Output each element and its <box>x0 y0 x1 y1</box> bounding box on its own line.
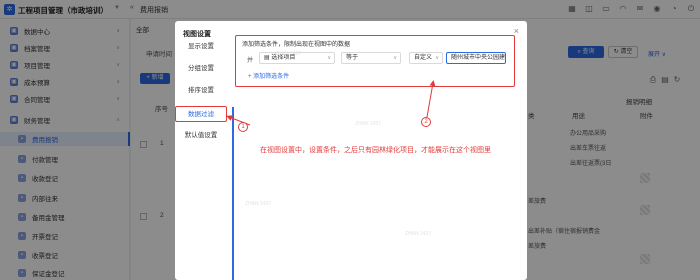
watermark: ZHAN 1437 <box>405 231 432 237</box>
close-icon[interactable]: × <box>514 26 519 36</box>
annotation-arrow-2 <box>426 80 436 118</box>
tab-display-settings[interactable]: 显示设置 <box>175 39 227 55</box>
annotation-text: 在视图设置中，设置条件，之后只有园林绿化项目，才能展示在这个视图里 <box>260 147 491 154</box>
tab-group-settings[interactable]: 分组设置 <box>175 61 227 77</box>
operator-select[interactable]: 等于 ∨ <box>341 52 401 64</box>
value-type-select[interactable]: 自定义 ∨ <box>409 52 443 64</box>
filter-hint: 添加筛选条件，限制出现在视图中的数据 <box>242 42 351 48</box>
chevron-down-icon: ∨ <box>393 55 397 61</box>
watermark: ZHAN 1437 <box>245 201 272 207</box>
dialog-title: 视图设置 <box>183 31 211 38</box>
active-tab-indicator <box>232 107 234 280</box>
filter-value-input[interactable]: 随州城市中央公园建 <box>446 52 506 64</box>
chevron-down-icon: ∨ <box>435 55 439 61</box>
watermark: ZHAN 1437 <box>355 121 382 127</box>
annotation-badge-1: 1 <box>238 122 248 132</box>
and-label: 并 <box>247 58 254 64</box>
tab-sort-settings[interactable]: 排序设置 <box>175 83 227 99</box>
view-settings-dialog: 视图设置 × 显示设置 分组设置 排序设置 数据过滤 默认值设置 添加筛选条件，… <box>175 21 527 280</box>
add-condition-button[interactable]: + 添加筛选条件 <box>248 71 289 80</box>
chevron-down-icon: ∨ <box>327 55 331 61</box>
annotation-badge-2: 2 <box>421 117 431 127</box>
tab-data-filter[interactable]: 数据过滤 <box>175 106 227 122</box>
tab-default-settings[interactable]: 默认值设置 <box>175 128 227 144</box>
watermark: ZHAN 1437 <box>275 51 302 57</box>
